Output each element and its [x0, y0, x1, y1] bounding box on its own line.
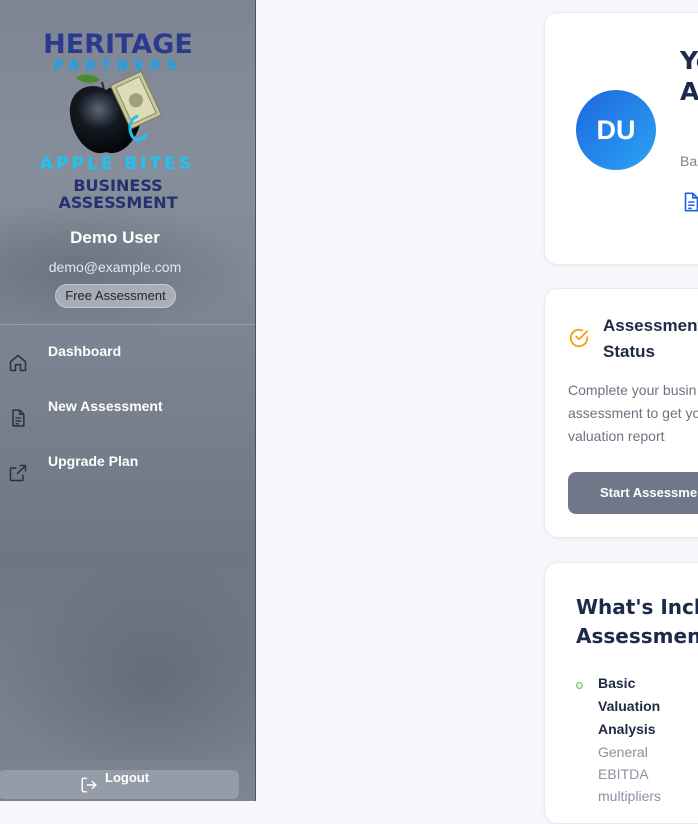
included-title: What's Included Assessment — [576, 595, 698, 648]
document-icon — [12, 409, 25, 427]
profile-card: DU Yo A D Bas — [544, 12, 698, 265]
sidebar-divider — [0, 324, 255, 325]
apple-money-icon — [69, 70, 163, 154]
document-icon[interactable] — [680, 191, 698, 213]
feature-bullet — [576, 682, 583, 689]
sidebar-bg-blur — [0, 560, 255, 760]
feature-description: General EBITDA multipliers — [598, 744, 662, 804]
logo-assessment-text: ASSESSMENT — [58, 193, 178, 212]
brand-logo: HERITAGE PARTNERS APPLE BITES BUSINESS A… — [28, 30, 208, 215]
logout-label: Logout — [105, 770, 150, 785]
welcome-heading: Yo A D — [680, 46, 698, 106]
logo-apple-bites-text: APPLE BITES — [39, 154, 195, 174]
check-circle-icon — [569, 328, 589, 348]
logo-heritage-text: HERITAGE — [43, 29, 193, 60]
user-email: demo@example.com — [48, 259, 182, 275]
start-assessment-button[interactable]: Start Assessment — [568, 472, 698, 514]
nav-item-upgrade-plan[interactable]: Upgrade Plan — [0, 453, 255, 493]
nav-item-label: Dashboard — [48, 343, 122, 359]
included-features-card: What's Included Assessment Basic Valuati… — [544, 562, 698, 824]
logout-button[interactable]: Logout — [0, 770, 239, 799]
sidebar: HERITAGE PARTNERS APPLE BITES BUSINESS A… — [0, 0, 256, 801]
logout-icon — [81, 777, 97, 793]
nav-item-new-assessment[interactable]: New Assessment — [0, 398, 255, 438]
user-name: Demo User — [70, 228, 160, 247]
nav-item-label: New Assessment — [48, 398, 163, 414]
status-title: Assessment Status — [603, 316, 698, 361]
welcome-subtitle: Bas — [680, 153, 698, 169]
feature-title: Basic Valuation Analysis — [598, 675, 661, 737]
avatar: DU — [576, 90, 656, 170]
external-link-icon — [9, 464, 27, 482]
status-description: Complete your busin assessment to get yo… — [568, 382, 698, 444]
plan-badge: Free Assessment — [55, 284, 176, 308]
nav-item-dashboard[interactable]: Dashboard — [0, 343, 255, 383]
nav-item-label: Upgrade Plan — [48, 453, 139, 469]
home-icon — [9, 354, 27, 372]
assessment-status-card: Assessment Status Complete your busin as… — [544, 288, 698, 538]
